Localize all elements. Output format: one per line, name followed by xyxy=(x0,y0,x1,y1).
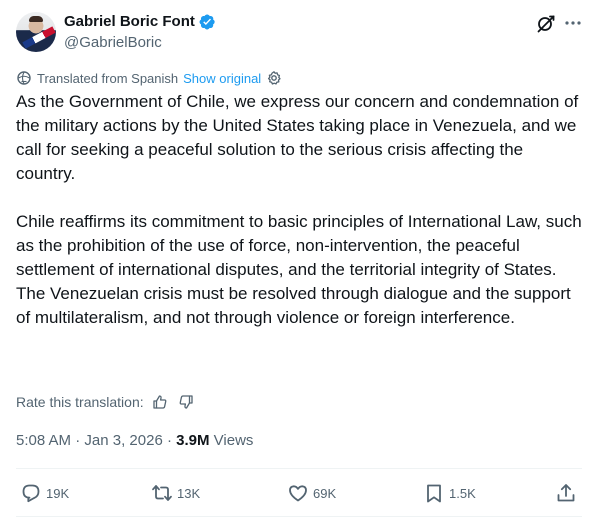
author-display-name[interactable]: Gabriel Boric Font xyxy=(64,12,195,32)
tweet-time[interactable]: 5:08 AM xyxy=(16,432,71,449)
thumbs-up-icon[interactable] xyxy=(152,394,168,410)
tweet-text: As the Government of Chile, we express o… xyxy=(16,90,584,330)
verified-badge-icon[interactable] xyxy=(198,13,216,31)
more-options-icon[interactable] xyxy=(562,12,584,34)
tweet-paragraph: The Venezuelan crisis must be resolved t… xyxy=(16,284,571,327)
avatar-presidential-sash xyxy=(22,26,56,49)
author-handle[interactable]: @GabrielBoric xyxy=(64,33,162,53)
tweet: Gabriel Boric Font @GabrielBoric Transla… xyxy=(0,0,598,517)
rate-translation-row: Rate this translation: xyxy=(16,392,194,412)
thumbs-down-icon[interactable] xyxy=(178,394,194,410)
reply-button[interactable]: 19K xyxy=(20,481,69,505)
share-icon xyxy=(557,484,575,502)
tweet-paragraph: Chile reaffirms its commitment to basic … xyxy=(16,212,582,279)
translate-icon xyxy=(16,70,32,86)
tweet-meta: 5:08 AM · Jan 3, 2026 · 3.9M Views xyxy=(16,430,253,450)
heart-icon xyxy=(289,485,307,502)
repost-count: 13K xyxy=(177,485,201,501)
reply-count: 19K xyxy=(46,485,70,501)
tweet-paragraph: As the Government of Chile, we express o… xyxy=(16,92,579,183)
reply-icon xyxy=(22,484,40,503)
action-bar: 19K 13K 69K 1.5K xyxy=(0,470,598,516)
translation-indicator: Translated from Spanish Show original xyxy=(16,69,282,87)
bookmark-count: 1.5K xyxy=(449,485,476,501)
repost-icon xyxy=(152,485,172,501)
avatar-hair xyxy=(29,16,43,22)
views-count[interactable]: 3.9M xyxy=(176,432,209,449)
bookmark-icon xyxy=(427,484,441,503)
like-count: 69K xyxy=(313,485,337,501)
repost-button[interactable]: 13K xyxy=(151,481,200,505)
like-button[interactable]: 69K xyxy=(287,481,336,505)
gear-icon[interactable] xyxy=(266,70,282,86)
author-name-row: Gabriel Boric Font xyxy=(64,12,216,32)
bookmark-button[interactable]: 1.5K xyxy=(423,481,476,505)
meta-separator: · xyxy=(71,431,85,449)
meta-separator: · xyxy=(162,431,177,449)
show-original-link[interactable]: Show original xyxy=(183,71,261,86)
avatar[interactable] xyxy=(16,12,56,52)
share-button[interactable] xyxy=(555,481,581,505)
translated-from-label: Translated from Spanish xyxy=(37,70,179,86)
grok-icon[interactable] xyxy=(535,12,557,34)
views-label: Views xyxy=(209,431,254,449)
divider xyxy=(16,468,582,469)
rate-translation-label: Rate this translation: xyxy=(16,394,144,410)
tweet-date[interactable]: Jan 3, 2026 xyxy=(84,432,162,449)
